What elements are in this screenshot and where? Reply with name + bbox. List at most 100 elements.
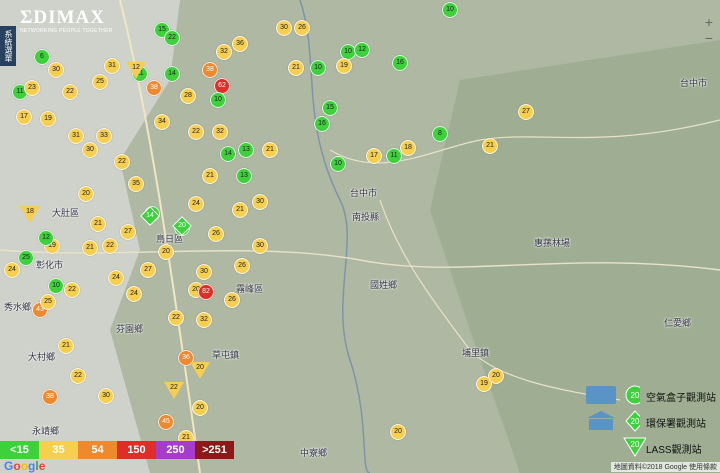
airbox-station-marker[interactable]: 14 — [164, 66, 180, 82]
airbox-station-marker[interactable]: 10 — [310, 60, 326, 76]
airbox-station-marker[interactable]: 15 — [322, 100, 338, 116]
airbox-station-marker[interactable]: 21 — [202, 168, 218, 184]
airbox-station-marker[interactable]: 24 — [188, 196, 204, 212]
epa-station-icon: 20 — [587, 410, 640, 432]
airbox-station-marker[interactable]: 10 — [210, 92, 226, 108]
legend-airbox: 20 空氣盒子觀測站 — [576, 384, 716, 406]
airbox-station-marker[interactable]: 13 — [236, 168, 252, 184]
airbox-station-marker[interactable]: 19 — [336, 58, 352, 74]
airbox-station-marker[interactable]: 45 — [158, 414, 174, 430]
airbox-station-marker[interactable]: 31 — [68, 128, 84, 144]
airbox-station-marker[interactable]: 20 — [390, 424, 406, 440]
map-footer: Google 地圖資料©2018 Google 使用條款 — [0, 459, 720, 473]
legend-icon-value: 20 — [631, 417, 640, 426]
airbox-station-marker[interactable]: 31 — [104, 58, 120, 74]
airbox-station-marker[interactable]: 8 — [432, 126, 448, 142]
airbox-station-marker[interactable]: 12 — [354, 42, 370, 58]
google-logo-letter: o — [13, 459, 21, 473]
airbox-station-marker[interactable]: 30 — [252, 194, 268, 210]
airbox-station-marker[interactable]: 25 — [92, 74, 108, 90]
airbox-station-marker[interactable]: 22 — [64, 282, 80, 298]
airbox-station-marker[interactable]: 82 — [198, 284, 214, 300]
airbox-station-marker[interactable]: 26 — [208, 226, 224, 242]
airbox-station-marker[interactable]: 26 — [224, 292, 240, 308]
airbox-station-marker[interactable]: 17 — [16, 109, 32, 125]
airbox-station-marker[interactable]: 21 — [482, 138, 498, 154]
place-label: 埔里鎮 — [462, 348, 490, 358]
zoom-out-button[interactable]: − — [702, 30, 716, 46]
airbox-station-marker[interactable]: 30 — [48, 62, 64, 78]
place-label: 中寮鄉 — [300, 448, 328, 458]
airbox-station-marker[interactable]: 14 — [220, 146, 236, 162]
airbox-station-marker[interactable]: 6 — [34, 49, 50, 65]
airbox-station-marker[interactable]: 27 — [120, 224, 136, 240]
airbox-station-marker[interactable]: 30 — [196, 264, 212, 280]
airbox-station-marker[interactable]: 24 — [4, 262, 20, 278]
airbox-station-marker[interactable]: 38 — [42, 389, 58, 405]
airbox-station-marker[interactable]: 13 — [238, 142, 254, 158]
airbox-station-marker[interactable]: 30 — [276, 20, 292, 36]
airbox-station-marker[interactable]: 11 — [386, 148, 402, 164]
airbox-station-marker[interactable]: 21 — [58, 338, 74, 354]
airbox-station-marker[interactable]: 26 — [294, 20, 310, 36]
airbox-station-marker[interactable]: 25 — [40, 294, 56, 310]
airbox-station-marker[interactable]: 32 — [216, 44, 232, 60]
airbox-station-marker[interactable]: 21 — [90, 216, 106, 232]
airbox-station-marker[interactable]: 30 — [98, 388, 114, 404]
airbox-station-marker[interactable]: 12 — [38, 230, 54, 246]
airbox-station-marker[interactable]: 32 — [196, 312, 212, 328]
airbox-station-marker[interactable]: 10 — [442, 2, 458, 18]
airbox-station-marker[interactable]: 21 — [232, 202, 248, 218]
airbox-station-marker[interactable]: 22 — [62, 84, 78, 100]
zoom-in-button[interactable]: + — [702, 14, 716, 30]
airbox-station-marker[interactable]: 24 — [108, 270, 124, 286]
place-label: 芬園鄉 — [116, 324, 144, 334]
airbox-station-marker[interactable]: 30 — [252, 238, 268, 254]
scale-segment: 250 — [156, 441, 195, 459]
airbox-station-marker[interactable]: 10 — [48, 278, 64, 294]
airbox-station-marker[interactable]: 33 — [96, 128, 112, 144]
system-menu-button[interactable]: 系統選單 — [0, 26, 16, 66]
airbox-station-marker[interactable]: 28 — [180, 88, 196, 104]
airbox-station-marker[interactable]: 21 — [82, 240, 98, 256]
airbox-station-marker[interactable]: 16 — [392, 55, 408, 71]
airbox-station-marker[interactable]: 20 — [78, 186, 94, 202]
scale-segment: <15 — [0, 441, 39, 459]
airbox-station-marker[interactable]: 22 — [102, 238, 118, 254]
airbox-station-marker[interactable]: 27 — [518, 104, 534, 120]
airbox-station-marker[interactable]: 30 — [82, 142, 98, 158]
place-label: 草屯鎮 — [212, 350, 240, 360]
airbox-station-marker[interactable]: 18 — [400, 140, 416, 156]
legend-epa: 20 環保署觀測站 — [576, 410, 716, 432]
place-label: 秀水鄉 — [4, 302, 32, 312]
airbox-station-marker[interactable]: 20 — [192, 400, 208, 416]
airbox-station-marker[interactable]: 10 — [330, 156, 346, 172]
airbox-station-marker[interactable]: 23 — [24, 80, 40, 96]
airbox-station-marker[interactable]: 19 — [40, 111, 56, 127]
airbox-station-marker[interactable]: 38 — [146, 80, 162, 96]
airbox-station-marker[interactable]: 38 — [202, 62, 218, 78]
airbox-station-marker[interactable]: 22 — [70, 368, 86, 384]
map-attribution[interactable]: 地圖資料©2018 Google 使用條款 — [610, 462, 720, 472]
airbox-station-marker[interactable]: 20 — [488, 368, 504, 384]
airbox-station-marker[interactable]: 35 — [128, 176, 144, 192]
airbox-station-marker[interactable]: 36 — [232, 36, 248, 52]
airbox-station-marker[interactable]: 16 — [314, 116, 330, 132]
airbox-station-marker[interactable]: 27 — [140, 262, 156, 278]
airbox-station-marker[interactable]: 21 — [288, 60, 304, 76]
edimax-logo: ΣDIMAX NETWORKING PEOPLE TOGETHER — [20, 8, 128, 40]
google-logo-letter: e — [38, 459, 46, 473]
airbox-station-marker[interactable]: 22 — [114, 154, 130, 170]
airbox-station-marker[interactable]: 22 — [188, 124, 204, 140]
place-label: 南投縣 — [352, 212, 380, 222]
airbox-station-marker[interactable]: 26 — [234, 258, 250, 274]
airbox-station-marker[interactable]: 17 — [366, 148, 382, 164]
airbox-station-marker[interactable]: 22 — [168, 310, 184, 326]
airbox-station-marker[interactable]: 20 — [158, 244, 174, 260]
airbox-station-marker[interactable]: 24 — [126, 286, 142, 302]
airbox-station-marker[interactable]: 34 — [154, 114, 170, 130]
airbox-station-marker[interactable]: 25 — [18, 250, 34, 266]
airbox-station-marker[interactable]: 32 — [212, 124, 228, 140]
airbox-station-marker[interactable]: 22 — [164, 30, 180, 46]
airbox-station-marker[interactable]: 21 — [262, 142, 278, 158]
